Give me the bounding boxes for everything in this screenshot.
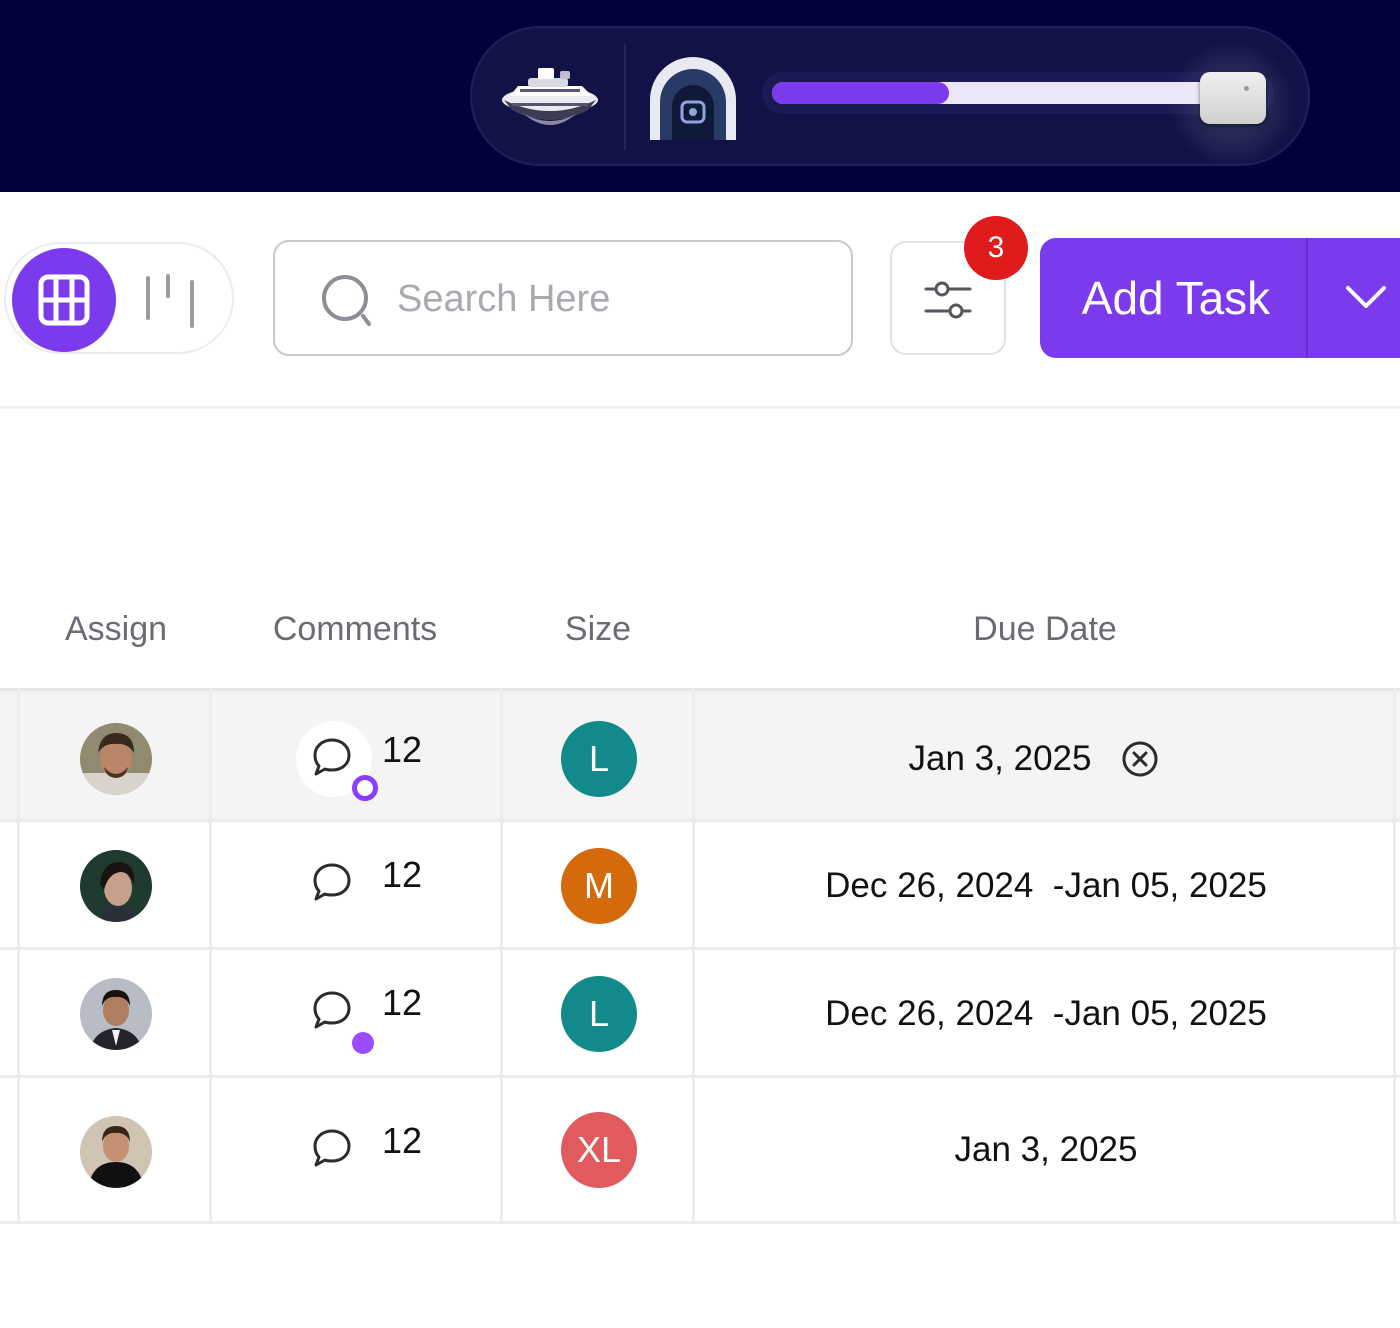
comment-bubble-icon bbox=[313, 1129, 351, 1167]
comment-count: 12 bbox=[382, 982, 423, 1023]
avatar-photo bbox=[80, 850, 152, 922]
avatar[interactable] bbox=[80, 850, 152, 922]
filter-count-badge: 3 bbox=[964, 216, 1028, 280]
comment-count: 12 bbox=[382, 854, 423, 895]
column-header-assign[interactable]: Assign bbox=[36, 604, 196, 654]
column-header-due-date[interactable]: Due Date bbox=[900, 604, 1190, 654]
search-box[interactable] bbox=[273, 240, 853, 356]
avatar[interactable] bbox=[80, 978, 152, 1050]
size-badge: XL bbox=[561, 1112, 637, 1188]
add-task-dropdown-button[interactable] bbox=[1306, 238, 1400, 358]
comment-bubble-icon bbox=[313, 863, 351, 901]
due-date: Dec 26, 2024 -Jan 05, 2025 bbox=[825, 866, 1267, 905]
grid-view-button[interactable] bbox=[12, 248, 116, 352]
view-toggle bbox=[4, 242, 234, 354]
slider-knob[interactable] bbox=[1200, 72, 1266, 124]
top-banner bbox=[0, 0, 1400, 192]
avatar-photo bbox=[80, 723, 152, 795]
add-task-button[interactable]: Add Task bbox=[1040, 238, 1306, 358]
toolbar-divider bbox=[0, 406, 1400, 409]
portal-icon bbox=[650, 57, 736, 140]
progress-fill bbox=[772, 82, 949, 104]
comments-cell[interactable]: 12 bbox=[296, 721, 436, 801]
avatar-photo bbox=[80, 1116, 152, 1188]
comment-count: 12 bbox=[382, 1120, 423, 1161]
ship-icon bbox=[502, 68, 598, 125]
search-icon bbox=[322, 275, 371, 326]
grid-icon bbox=[38, 274, 90, 326]
size-badge: M bbox=[561, 848, 637, 924]
comment-count: 12 bbox=[382, 729, 423, 770]
column-divider bbox=[1393, 688, 1396, 1224]
pill-divider bbox=[624, 44, 626, 150]
comments-cell[interactable]: 12 bbox=[296, 846, 436, 926]
chevron-down-icon bbox=[1346, 286, 1386, 308]
size-badge: L bbox=[561, 721, 637, 797]
game-progress-pill bbox=[470, 26, 1310, 166]
column-divider bbox=[17, 688, 20, 1224]
unread-dot-indicator bbox=[352, 1032, 374, 1054]
column-divider bbox=[209, 688, 212, 1224]
column-divider bbox=[692, 688, 695, 1224]
board-view-button[interactable] bbox=[138, 268, 202, 332]
column-header-comments[interactable]: Comments bbox=[240, 604, 470, 654]
due-date: Dec 26, 2024 -Jan 05, 2025 bbox=[825, 994, 1267, 1033]
clear-date-icon[interactable] bbox=[1120, 739, 1160, 779]
due-date: Jan 3, 2025 bbox=[908, 739, 1092, 778]
column-header-size[interactable]: Size bbox=[520, 604, 676, 654]
avatar-photo bbox=[80, 978, 152, 1050]
due-date: Jan 3, 2025 bbox=[954, 1130, 1138, 1169]
size-badge: L bbox=[561, 976, 637, 1052]
comment-bubble-icon bbox=[313, 738, 351, 776]
avatar[interactable] bbox=[80, 723, 152, 795]
comment-bubble-icon bbox=[313, 991, 351, 1029]
filter-sliders-icon bbox=[924, 281, 972, 319]
comments-cell[interactable]: 12 bbox=[296, 974, 436, 1054]
unread-ring-indicator bbox=[352, 775, 378, 801]
comments-cell[interactable]: 12 bbox=[296, 1112, 436, 1192]
avatar[interactable] bbox=[80, 1116, 152, 1188]
search-input[interactable] bbox=[395, 260, 839, 338]
column-divider bbox=[500, 688, 503, 1224]
